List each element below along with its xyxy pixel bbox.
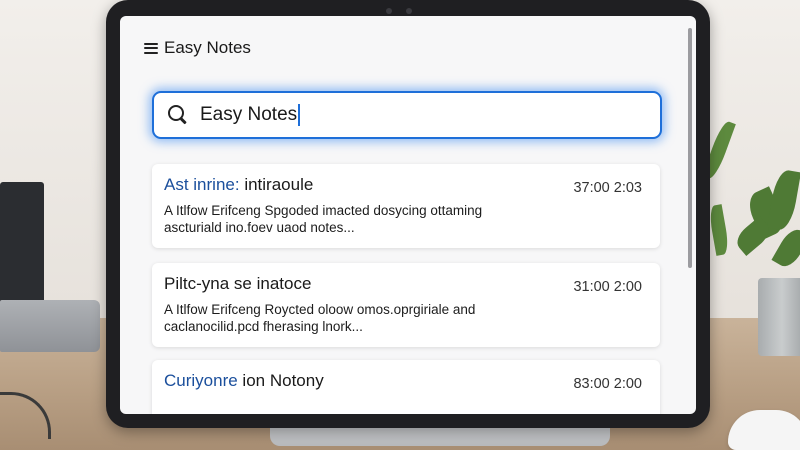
note-title-text: ion Notony xyxy=(237,371,324,390)
note-title: Curiyonre ion Notony xyxy=(164,371,324,391)
camera-dot xyxy=(406,8,412,14)
note-timestamp: 83:00 2:00 xyxy=(573,376,642,392)
camera-dot xyxy=(386,8,392,14)
note-title: Piltc-yna se inatoce xyxy=(164,274,311,294)
note-card[interactable]: Curiyonre ion Notony 83:00 2:00 xyxy=(152,360,660,414)
search-bar[interactable]: Easy Notes xyxy=(152,91,662,139)
hamburger-menu-icon[interactable] xyxy=(144,42,158,54)
app-title: Easy Notes xyxy=(164,38,251,57)
note-card[interactable]: Ast inrine: intiraoule 37:00 2:03 A Itlf… xyxy=(152,164,660,248)
app-bar: Easy Notes xyxy=(144,38,251,58)
note-title-text: Piltc-yna se inatoce xyxy=(164,274,312,293)
note-title-text: intiraoule xyxy=(239,175,314,194)
note-timestamp: 31:00 2:00 xyxy=(573,279,642,295)
search-icon xyxy=(168,105,188,125)
note-title-accent: Ast inrine: xyxy=(164,175,240,194)
note-card[interactable]: Piltc-yna se inatoce 31:00 2:00 A Itlfow… xyxy=(152,263,660,347)
note-snippet: A Itlfow Erifceng Roycted oloow omos.opr… xyxy=(164,302,476,334)
note-title-accent: Curiyonre xyxy=(164,371,238,390)
note-snippet: A Itlfow Erifceng Spgoded imacted dosyci… xyxy=(164,203,483,235)
background-laptop-base xyxy=(0,300,100,352)
note-timestamp: 37:00 2:03 xyxy=(573,180,642,196)
text-caret xyxy=(298,104,300,126)
background-plant-pot xyxy=(758,278,800,356)
note-title: Ast inrine: intiraoule xyxy=(164,175,313,195)
scrollbar[interactable] xyxy=(688,28,692,268)
search-input[interactable]: Easy Notes xyxy=(200,104,297,126)
tablet-device: Easy Notes Easy Notes Ast inrine: intira… xyxy=(106,0,710,428)
background-laptop xyxy=(0,182,44,312)
app-screen: Easy Notes Easy Notes Ast inrine: intira… xyxy=(120,16,696,414)
